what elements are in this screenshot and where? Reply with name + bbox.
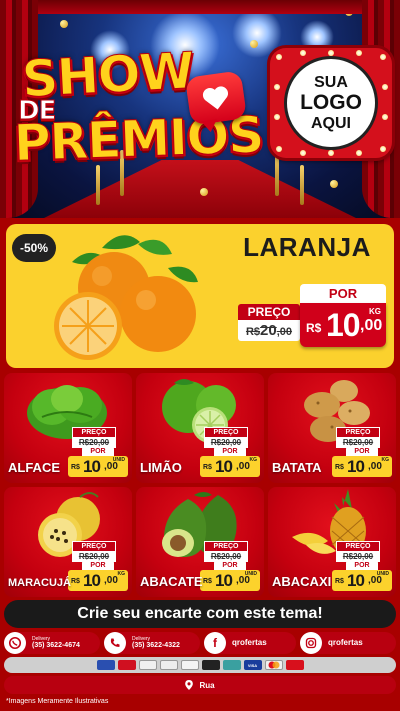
product-name: ALFACE xyxy=(8,460,60,475)
old-price-label: PREÇO xyxy=(238,304,300,320)
carpet-post xyxy=(300,165,304,205)
curtain-valance xyxy=(0,0,400,14)
new-price-value: 10 xyxy=(326,307,361,343)
old-price-tag: PREÇO R$20,00 xyxy=(204,541,248,562)
carpet-post xyxy=(96,165,100,205)
phone-contact[interactable]: Delivery (35) 3622-4322 xyxy=(104,632,200,654)
featured-product-name: LARANJA xyxy=(243,232,371,262)
old-price-cents: ,00 xyxy=(276,326,293,338)
product-name: ABACAXI xyxy=(272,574,332,589)
pix-icon xyxy=(201,660,220,670)
instagram-handle: qrofertas xyxy=(328,638,363,647)
new-price-tag: POR R$ 10 ,00 UNID xyxy=(332,561,392,591)
new-price-tag: POR R$ 10 ,00 KG xyxy=(332,447,392,477)
hero-banner: SHOW DE PRÊMIOS SUA LOGO AQUI xyxy=(0,0,400,218)
logo-line-1: SUA xyxy=(314,73,348,91)
facebook-icon: f xyxy=(204,632,226,654)
product-card-maracuja: PREÇO R$20,00 POR R$ 10 ,00 KG MARACUJÁ xyxy=(4,487,132,597)
spotlight xyxy=(232,8,282,58)
old-price-tag: PREÇO R$20,00 xyxy=(204,427,248,448)
product-card-limao: PREÇO R$20,00 POR R$ 10 ,00 KG LIMÃO xyxy=(136,373,264,483)
address-text: Rua xyxy=(199,680,215,690)
gold-coin xyxy=(60,20,68,28)
whatsapp-contact[interactable]: Delivery (35) 3622-4674 xyxy=(4,632,100,654)
whatsapp-icon xyxy=(4,632,26,654)
product-name: BATATA xyxy=(272,460,322,475)
orange-image xyxy=(54,235,198,360)
new-price-currency: R$ xyxy=(306,321,322,335)
featured-offer: -50% LARANJA PREÇO R$20,00 POR R$ 10 ,00 xyxy=(6,224,394,368)
product-name: LIMÃO xyxy=(140,460,182,475)
mastercard-icon xyxy=(264,660,283,670)
hipercard-icon xyxy=(180,660,199,670)
whatsapp-number: (35) 3622-4674 xyxy=(32,642,80,649)
gold-coin xyxy=(250,40,258,48)
heart-icon xyxy=(184,70,248,126)
cta-banner[interactable]: Crie seu encarte com este tema! xyxy=(4,600,396,628)
location-pin-icon xyxy=(185,680,194,690)
old-price-value: 20 xyxy=(260,322,277,339)
facebook-contact[interactable]: f qrofertas xyxy=(204,632,296,654)
logo-line-2: LOGO xyxy=(300,91,362,115)
address-bar[interactable]: Rua xyxy=(4,676,396,694)
old-price-currency: R$ xyxy=(245,326,261,338)
new-price-cents: ,00 xyxy=(360,317,383,334)
check-icon xyxy=(159,660,178,670)
new-price-tag: POR R$ 10 ,00 KG xyxy=(200,447,260,477)
phone-number: (35) 3622-4322 xyxy=(132,642,180,649)
product-card-alface: PREÇO R$20,00 POR R$ 10 ,00 UNID ALFACE xyxy=(4,373,132,483)
product-card-abacaxi: PREÇO R$20,00 POR R$ 10 ,00 UNID ABACAXI xyxy=(268,487,396,597)
product-card-batata: PREÇO R$20,00 POR R$ 10 ,00 KG BATATA xyxy=(268,373,396,483)
instagram-contact[interactable]: qrofertas xyxy=(300,632,396,654)
new-price-label: POR xyxy=(300,284,386,303)
logo-text: SUA LOGO AQUI xyxy=(284,56,378,150)
old-price-tag: PREÇO R$20,00 xyxy=(336,541,380,562)
product-card-abacate: PREÇO R$20,00 POR R$ 10 ,00 UNID ABACATE xyxy=(136,487,264,597)
diners-icon xyxy=(222,660,241,670)
carpet-post xyxy=(275,150,279,196)
phone-icon xyxy=(104,632,126,654)
product-name: ABACATE xyxy=(140,574,203,589)
new-price-tag: POR R$ 10 ,00 KG xyxy=(68,561,128,591)
featured-old-price: PREÇO R$20,00 xyxy=(238,304,300,344)
logo-placeholder: SUA LOGO AQUI xyxy=(270,48,392,158)
gold-coin xyxy=(200,188,208,196)
cash-icon xyxy=(138,660,157,670)
price-unit: KG xyxy=(369,307,381,316)
instagram-icon xyxy=(300,632,322,654)
elo-icon xyxy=(117,660,136,670)
old-price-tag: PREÇO R$20,00 xyxy=(336,427,380,448)
new-price-tag: POR R$ 10 ,00 UNID xyxy=(200,561,260,591)
new-price-tag: POR R$ 10 ,00 UNID xyxy=(68,447,128,477)
visa-icon: VISA xyxy=(243,660,262,670)
old-price-tag: PREÇO R$20,00 xyxy=(72,427,116,448)
payment-methods: VISA xyxy=(4,657,396,673)
old-price-tag: PREÇO R$20,00 xyxy=(72,541,116,562)
product-name: MARACUJÁ xyxy=(8,577,71,589)
hipercard-red-icon xyxy=(285,660,304,670)
facebook-handle: qrofertas xyxy=(232,638,267,647)
featured-new-price: POR R$ 10 ,00 KG xyxy=(300,284,386,350)
logo-line-3: AQUI xyxy=(311,114,351,132)
amex-icon xyxy=(96,660,115,670)
gold-coin xyxy=(330,180,338,188)
disclaimer: *Imagens Meramente Ilustrativas xyxy=(6,698,109,705)
